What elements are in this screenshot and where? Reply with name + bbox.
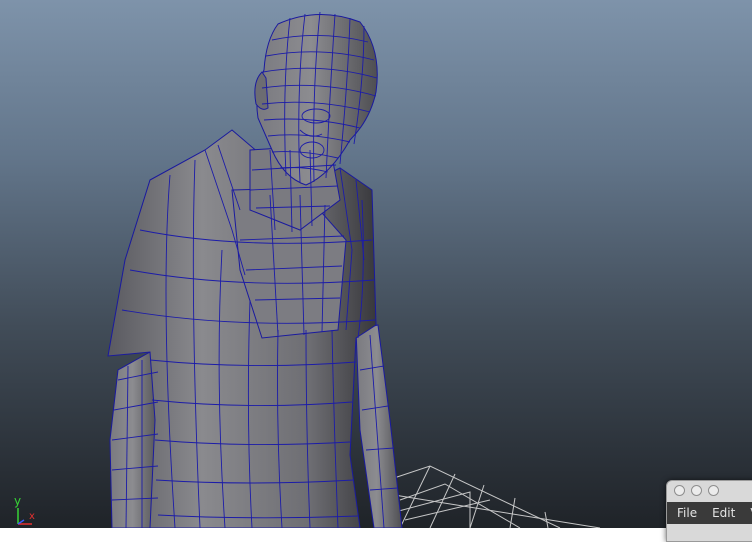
zoom-window-button[interactable] [708, 485, 719, 496]
axis-y-label: y [14, 494, 22, 508]
menu-edit[interactable]: Edit [702, 506, 740, 520]
right-arm-mesh [355, 324, 403, 528]
viewport-canvas [107, 11, 601, 528]
menu-file[interactable]: File [667, 506, 702, 520]
menu-view[interactable]: V [740, 506, 752, 520]
close-window-button[interactable] [674, 485, 685, 496]
axis-x-label: x [29, 511, 35, 522]
ground-grid [387, 465, 601, 528]
view-axis-indicator: y x [8, 494, 42, 528]
floating-window[interactable]: File Edit V [666, 480, 752, 542]
maya-3d-viewport[interactable]: y x [0, 0, 752, 528]
window-controls [674, 485, 719, 496]
window-menubar: File Edit V [667, 502, 752, 524]
minimize-window-button[interactable] [691, 485, 702, 496]
